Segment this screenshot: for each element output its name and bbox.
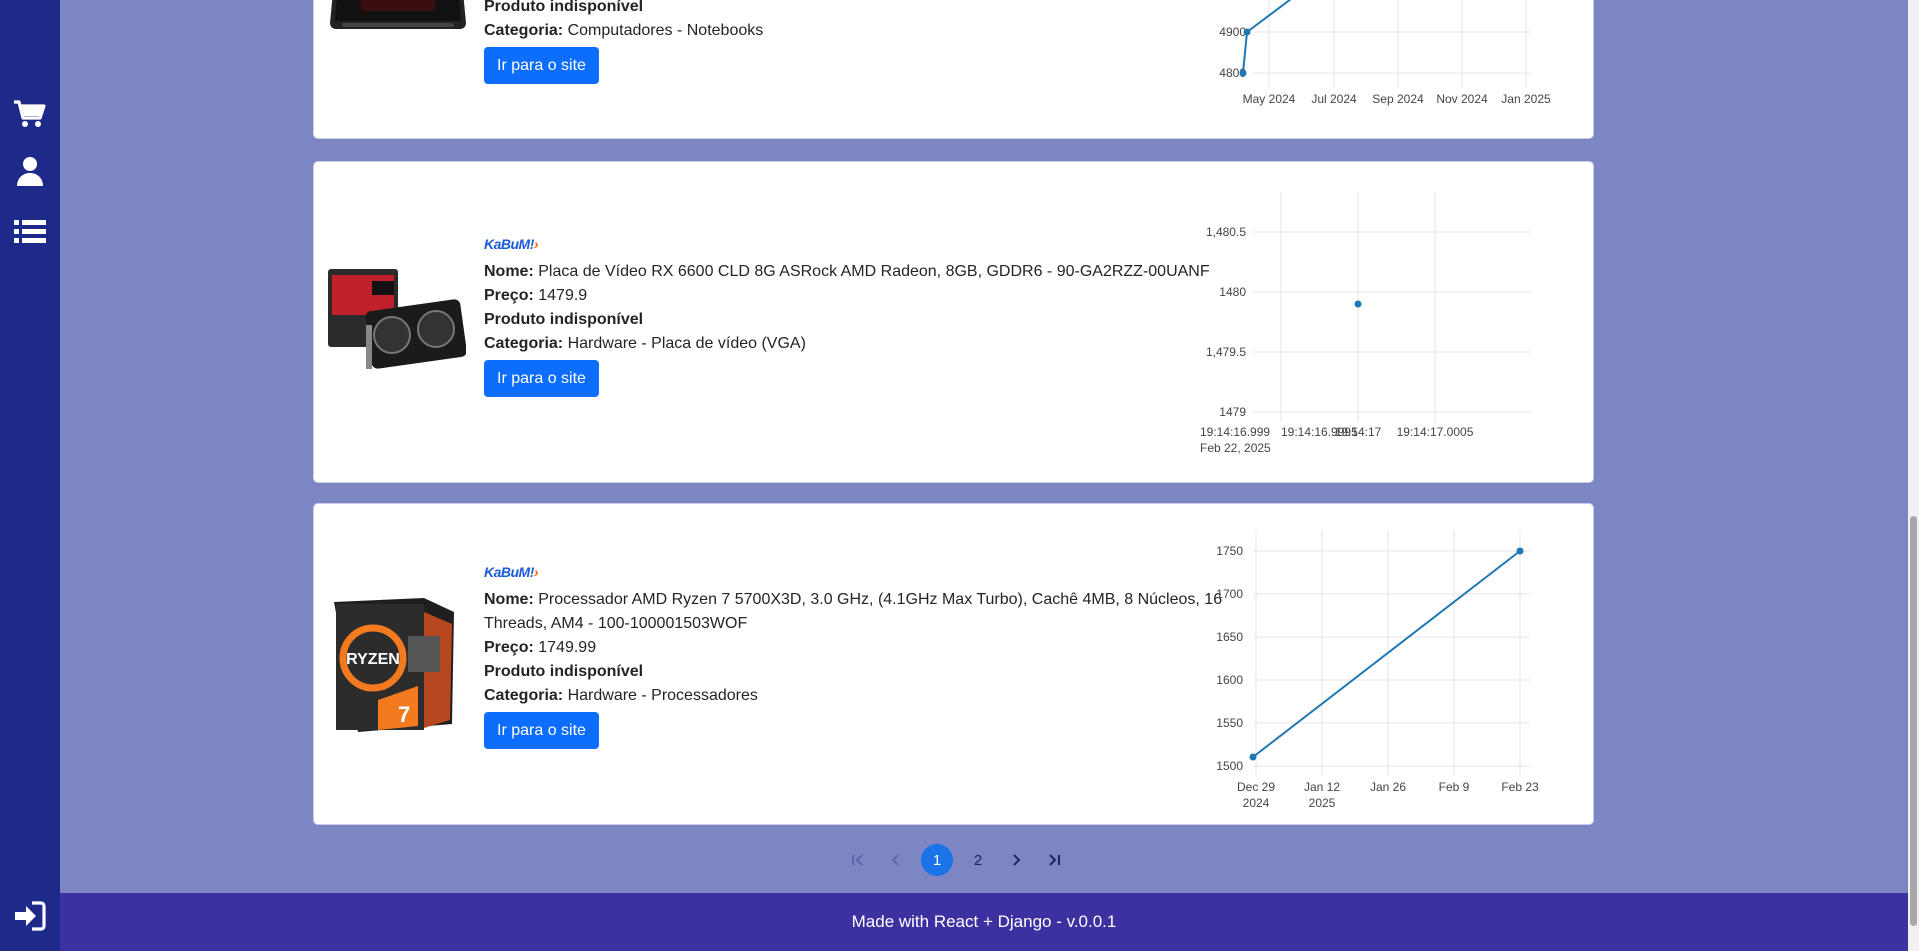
footer-text: Made with React + Django - v.0.0.1 — [851, 912, 1117, 931]
gridlines — [1253, 530, 1530, 776]
x-tick-label: Jan 26 — [1370, 780, 1406, 794]
product-image — [328, 0, 466, 33]
product-info: KaBuM!› Nome: Placa de Vídeo RX 6600 CLD… — [484, 234, 1244, 397]
data-point — [1516, 547, 1524, 555]
product-price: Preço: 1749.99 — [484, 639, 597, 656]
y-tick-label: 1600 — [1216, 673, 1243, 687]
x-axis-sublabel: Feb 22, 2025 — [1200, 441, 1271, 455]
y-tick-label: 1,480.5 — [1206, 225, 1246, 239]
product-price: Preço: 1479.9 — [484, 287, 588, 304]
x-tick-label: Sep 2024 — [1372, 92, 1424, 106]
price-history-chart: 1,480.5 1480 1,479.5 1479 19:14:16.999 1… — [1185, 192, 1565, 472]
gridlines — [1253, 0, 1530, 87]
availability-status: Produto indisponível — [484, 0, 644, 15]
x-tick-label: Dec 29 — [1237, 780, 1275, 794]
y-tick-label: 4900 — [1219, 25, 1246, 39]
next-page-icon[interactable] — [1003, 847, 1029, 873]
x-tick-label: Jul 2024 — [1311, 92, 1357, 106]
first-page-icon[interactable] — [845, 847, 871, 873]
price-line — [1242, 0, 1292, 74]
data-point — [1354, 300, 1362, 308]
product-image — [328, 267, 466, 375]
go-to-site-button[interactable]: Ir para o site — [484, 712, 599, 749]
last-page-icon[interactable] — [1041, 847, 1067, 873]
x-axis-sublabel: 2024 — [1243, 796, 1270, 810]
go-to-site-button[interactable]: Ir para o site — [484, 47, 599, 84]
x-tick-label: Feb 9 — [1439, 780, 1470, 794]
price-history-chart: 1750 1700 1650 1600 1550 1500 Dec 29 Jan… — [1185, 530, 1565, 820]
price-chart-svg: 1,480.5 1480 1,479.5 1479 19:14:16.999 1… — [1200, 192, 1530, 455]
product-name: Nome: Processador AMD Ryzen 7 5700X3D, 3… — [484, 591, 1223, 632]
x-tick-label: Feb 23 — [1501, 780, 1539, 794]
x-tick-label: 19:14:17.0005 — [1397, 425, 1474, 439]
product-info: Produto indisponível Categoria: Computad… — [484, 0, 1244, 84]
svg-text:7: 7 — [398, 702, 410, 727]
footer: Made with React + Django - v.0.0.1 — [60, 893, 1908, 951]
availability-status: Produto indisponível — [484, 311, 644, 328]
product-info: KaBuM!› Nome: Processador AMD Ryzen 7 57… — [484, 562, 1244, 749]
list-icon[interactable] — [12, 214, 48, 250]
cart-icon[interactable] — [12, 96, 48, 132]
product-image: RYZEN 7 — [328, 596, 464, 736]
x-tick-label: 19:14:17 — [1335, 425, 1382, 439]
availability-status: Produto indisponível — [484, 663, 644, 680]
data-point — [1249, 753, 1257, 761]
product-category: Categoria: Hardware - Processadores — [484, 687, 758, 704]
y-tick-label: 1750 — [1216, 544, 1243, 558]
scrollbar[interactable] — [1908, 0, 1919, 951]
x-tick-label: Nov 2024 — [1436, 92, 1488, 106]
pagination: 1 2 — [845, 844, 1067, 876]
store-logo: KaBuM!› — [484, 564, 539, 580]
y-tick-label: 1480 — [1219, 285, 1246, 299]
price-history-chart: 4900 4800 May 2024 Jul 2024 Sep 2024 Nov… — [1185, 0, 1565, 138]
sidebar — [0, 0, 60, 951]
svg-text:RYZEN: RYZEN — [346, 651, 400, 668]
product-name: Nome: Placa de Vídeo RX 6600 CLD 8G ASRo… — [484, 263, 1210, 280]
product-category: Categoria: Computadores - Notebooks — [484, 22, 764, 39]
price-chart-svg: 4900 4800 May 2024 Jul 2024 Sep 2024 Nov… — [1219, 0, 1551, 106]
x-axis-sublabel: 2025 — [1309, 796, 1336, 810]
product-card: KaBuM!› Nome: Placa de Vídeo RX 6600 CLD… — [313, 161, 1594, 483]
login-icon[interactable] — [12, 898, 48, 934]
store-logo: KaBuM!› — [484, 236, 539, 252]
y-tick-label: 1479 — [1219, 405, 1246, 419]
page-button-2[interactable]: 2 — [965, 847, 991, 873]
product-card: RYZEN 7 KaBuM!› Nome: Processador AMD Ryz… — [313, 503, 1594, 825]
price-line — [1252, 550, 1521, 758]
y-tick-label: 1,479.5 — [1206, 345, 1246, 359]
price-chart-svg: 1750 1700 1650 1600 1550 1500 Dec 29 Jan… — [1216, 530, 1539, 810]
x-tick-label: May 2024 — [1243, 92, 1296, 106]
page-button-1[interactable]: 1 — [921, 844, 953, 876]
y-tick-label: 1700 — [1216, 587, 1243, 601]
x-tick-label: 19:14:16.999 — [1200, 425, 1270, 439]
y-tick-label: 1500 — [1216, 759, 1243, 773]
product-card: Produto indisponível Categoria: Computad… — [313, 0, 1594, 139]
y-tick-label: 1650 — [1216, 630, 1243, 644]
data-point — [1239, 69, 1247, 77]
data-point — [1243, 28, 1251, 36]
x-tick-label: Jan 2025 — [1501, 92, 1551, 106]
user-icon[interactable] — [12, 154, 48, 190]
go-to-site-button[interactable]: Ir para o site — [484, 360, 599, 397]
gridlines — [1253, 192, 1530, 422]
x-tick-label: Jan 12 — [1304, 780, 1340, 794]
previous-page-icon[interactable] — [883, 847, 909, 873]
scrollbar-thumb[interactable] — [1910, 516, 1917, 926]
product-category: Categoria: Hardware - Placa de vídeo (VG… — [484, 335, 806, 352]
y-tick-label: 1550 — [1216, 716, 1243, 730]
